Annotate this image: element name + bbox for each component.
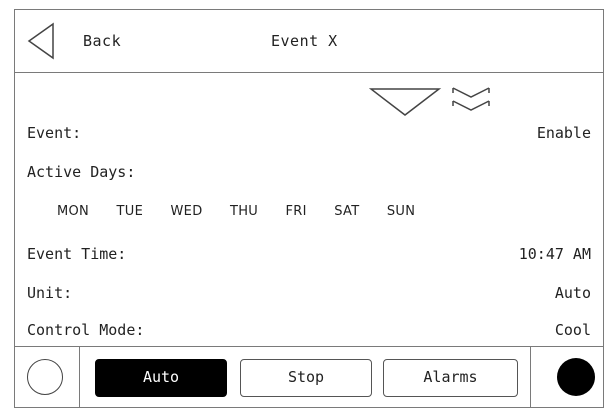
back-triangle-icon[interactable]	[27, 22, 55, 60]
header-bar: Back Event X	[15, 10, 603, 73]
day-thu[interactable]: THU	[230, 204, 258, 219]
event-label: Event:	[27, 124, 82, 142]
active-days-row: Active Days:	[27, 163, 591, 185]
day-fri[interactable]: FRI	[286, 204, 307, 219]
control-mode-row[interactable]: Control Mode: Cool	[27, 321, 591, 343]
control-mode-value[interactable]: Cool	[555, 321, 591, 339]
screen-frame: Back Event X Event: Enable Active Days: …	[14, 9, 604, 408]
active-days-label: Active Days:	[27, 163, 136, 181]
event-row[interactable]: Event: Enable	[27, 124, 591, 146]
event-time-label: Event Time:	[27, 245, 127, 263]
auto-button[interactable]: Auto	[95, 359, 227, 397]
unit-value[interactable]: Auto	[555, 284, 591, 302]
active-days-list: MON TUE WED THU FRI SAT SUN	[57, 203, 434, 219]
double-chevron-down-icon[interactable]	[452, 87, 490, 111]
event-time-value[interactable]: 10:47 AM	[519, 245, 591, 263]
empty-circle-icon[interactable]	[27, 359, 63, 395]
back-button[interactable]: Back	[83, 32, 121, 50]
event-time-row[interactable]: Event Time: 10:47 AM	[27, 245, 591, 267]
unit-row[interactable]: Unit: Auto	[27, 284, 591, 306]
control-mode-label: Control Mode:	[27, 321, 145, 339]
event-value[interactable]: Enable	[537, 124, 591, 142]
down-triangle-icon[interactable]	[369, 88, 442, 116]
page-title: Event X	[271, 32, 338, 50]
day-tue[interactable]: TUE	[117, 204, 144, 219]
day-wed[interactable]: WED	[171, 204, 203, 219]
footer-divider-left	[79, 347, 80, 407]
footer-bar: Auto Stop Alarms	[15, 346, 603, 407]
unit-label: Unit:	[27, 284, 73, 302]
day-sun[interactable]: SUN	[387, 204, 415, 219]
scroll-controls	[369, 87, 490, 116]
stop-button[interactable]: Stop	[240, 359, 372, 397]
day-sat[interactable]: SAT	[334, 204, 359, 219]
day-mon[interactable]: MON	[57, 204, 89, 219]
filled-circle-icon[interactable]	[557, 358, 595, 396]
footer-divider-right	[530, 347, 531, 407]
alarms-button[interactable]: Alarms	[383, 359, 518, 397]
